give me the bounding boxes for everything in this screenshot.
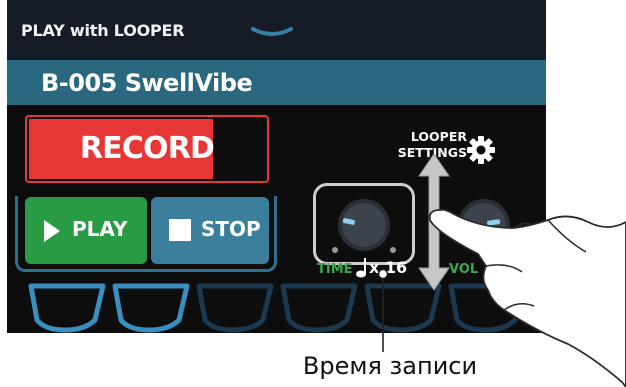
chevron-down-icon[interactable] (251, 26, 293, 38)
play-button[interactable]: PLAY (25, 197, 147, 264)
looper-settings-line1: LOOPER (410, 129, 467, 144)
time-knob[interactable] (327, 195, 401, 257)
footswitch-1 (28, 283, 106, 333)
callout-line (378, 268, 388, 352)
patch-name: B-005 SwellVibe (41, 69, 253, 97)
stop-button[interactable]: STOP (151, 197, 269, 264)
callout-caption: Время записи (302, 352, 478, 380)
page-title: PLAY with LOOPER (21, 21, 185, 40)
footswitch-4 (280, 283, 358, 333)
gear-icon[interactable] (467, 136, 495, 164)
header-bar: PLAY with LOOPER (7, 0, 546, 60)
play-label: PLAY (72, 217, 128, 241)
quarter-note-icon (356, 258, 366, 278)
time-value: x 16 (369, 258, 408, 277)
footswitch-3 (196, 283, 274, 333)
stop-label: STOP (201, 217, 261, 241)
record-button[interactable]: RECORD (29, 119, 265, 179)
stop-icon (169, 219, 191, 241)
patch-bar[interactable]: B-005 SwellVibe (7, 60, 546, 105)
footswitch-2 (112, 283, 190, 333)
time-label: TIME (317, 262, 353, 277)
play-icon (44, 220, 60, 242)
